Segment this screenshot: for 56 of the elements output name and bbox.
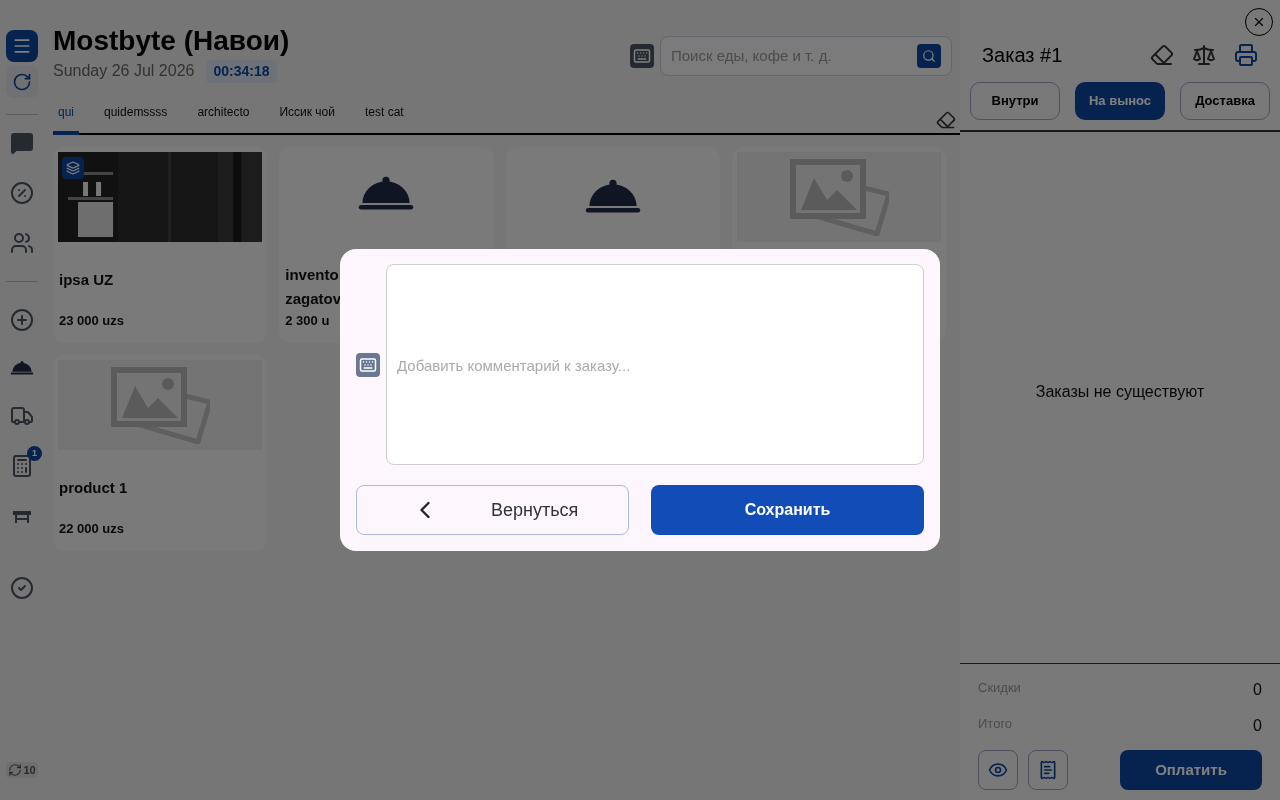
product-name: zagatov (285, 288, 343, 309)
notification-badge: 1 (27, 446, 42, 461)
product-name: product 1 (59, 478, 129, 498)
order-type-button[interactable]: На вынос (1075, 82, 1165, 120)
product-price: 22 000 uzs (59, 519, 126, 538)
back-button[interactable]: Вернуться (356, 485, 629, 535)
order-type-button[interactable]: Внутри (970, 82, 1060, 120)
add-icon[interactable] (10, 308, 34, 332)
close-icon (1252, 15, 1266, 29)
scale-icon[interactable] (1192, 43, 1216, 67)
preview-button[interactable] (978, 750, 1018, 790)
sync-count: 10 (23, 762, 36, 778)
category-tab[interactable]: quidemssss (99, 103, 173, 135)
product-name: invento (285, 264, 340, 285)
summary-value: 0 (1253, 680, 1262, 700)
order-type-button[interactable]: Доставка (1180, 82, 1270, 120)
sync-icon[interactable] (8, 762, 23, 777)
printer-icon[interactable] (1234, 43, 1258, 67)
timer: 00:34:18 (206, 59, 277, 83)
percent-icon[interactable] (10, 181, 34, 205)
refresh-button[interactable] (6, 66, 38, 98)
product-name: ipsa UZ (59, 270, 115, 290)
menu-icon (12, 36, 32, 56)
order-title: Заказ #1 (982, 43, 1063, 68)
empty-orders-text: Заказы не существуют (1035, 381, 1205, 402)
eye-icon (988, 760, 1008, 780)
date-text: Sunday 26 Jul 2026 (53, 61, 195, 81)
keyboard-icon[interactable] (630, 44, 654, 68)
page-title: Mostbyte (Навои) (53, 24, 290, 58)
product-card[interactable]: product 1 22 000 uzs (53, 355, 268, 551)
menu-button[interactable] (6, 30, 38, 62)
image-placeholder-icon (110, 366, 211, 444)
search-icon (922, 49, 936, 63)
receipt-button[interactable] (1028, 750, 1068, 790)
image-placeholder-icon (788, 158, 889, 236)
product-price: 2 300 u (285, 311, 331, 330)
product-price: 23 000 uzs (59, 311, 126, 330)
category-tab[interactable]: architecto (192, 103, 255, 135)
summary-value: 0 (1253, 716, 1262, 736)
users-icon[interactable] (10, 231, 34, 255)
pay-button[interactable]: Оплатить (1120, 750, 1262, 790)
chat-icon[interactable] (10, 131, 34, 155)
eraser-icon[interactable] (1150, 43, 1174, 67)
receipt-icon (1038, 760, 1058, 780)
check-circle-icon[interactable] (10, 576, 34, 600)
category-tab[interactable]: qui (53, 103, 79, 135)
category-tab[interactable]: Иссик чой (274, 103, 340, 135)
product-card[interactable]: ipsa UZ 23 000 uzs (53, 147, 268, 343)
search-button[interactable] (917, 44, 941, 68)
eraser-icon[interactable] (936, 110, 956, 130)
save-button[interactable]: Сохранить (651, 485, 924, 535)
refresh-icon (12, 72, 32, 92)
comment-field[interactable]: Добавить комментарий к заказу... (386, 264, 924, 465)
keyboard-icon[interactable] (356, 352, 380, 377)
category-tab[interactable]: test cat (359, 103, 409, 135)
truck-icon[interactable] (10, 404, 34, 428)
